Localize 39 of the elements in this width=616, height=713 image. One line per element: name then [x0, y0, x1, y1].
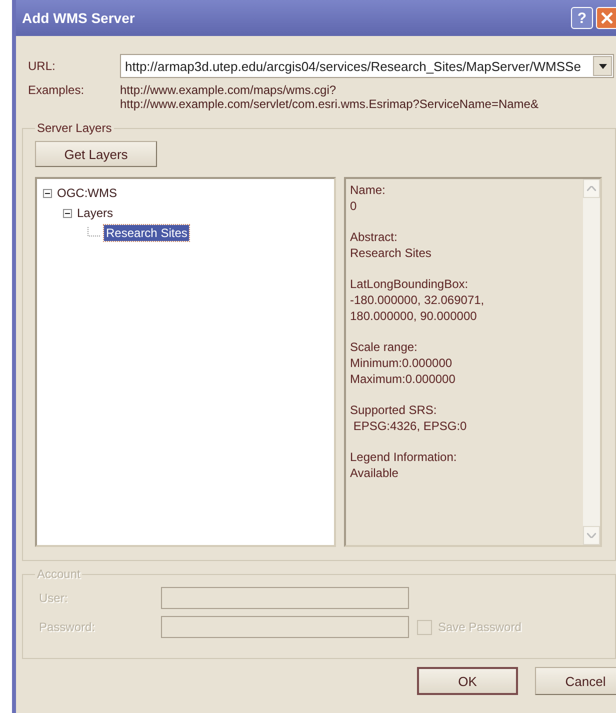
group-title: Server Layers: [36, 121, 113, 135]
chevron-up-icon: [587, 186, 596, 191]
detail-label: Abstract:: [350, 229, 398, 245]
tree-line-icon: [87, 227, 101, 239]
detail-label: LatLongBoundingBox:: [350, 276, 470, 292]
example-url: http://www.example.com/maps/wms.cgi?: [120, 83, 338, 97]
scrollbar[interactable]: [583, 179, 600, 545]
tree-item[interactable]: Research Sites: [104, 225, 190, 241]
detail-label: Legend Information:: [350, 449, 458, 465]
scroll-down-button[interactable]: [583, 526, 600, 545]
close-button[interactable]: [596, 7, 616, 29]
get-layers-button[interactable]: Get Layers: [35, 141, 157, 167]
tree-item[interactable]: OGC:WMS: [55, 185, 119, 201]
detail-value: 180.000000, 90.000000: [350, 308, 478, 324]
collapse-icon[interactable]: [43, 188, 52, 198]
cancel-button[interactable]: Cancel: [535, 667, 616, 695]
detail-value: EPSG:4326, EPSG:0: [352, 418, 468, 434]
detail-value: Research Sites: [350, 245, 432, 261]
ok-button[interactable]: OK: [417, 667, 518, 695]
detail-value: -180.000000, 32.069071,: [350, 292, 486, 308]
tree-item[interactable]: Layers: [75, 205, 116, 221]
chevron-down-icon: [587, 533, 596, 538]
url-combo-box[interactable]: http://armap3d.utep.edu/arcgis04/services/Research_Sites/MapServer/WMSSe: [120, 54, 614, 78]
dropdown-button[interactable]: [593, 56, 612, 76]
collapse-icon[interactable]: [63, 208, 72, 218]
detail-value: Minimum:0.000000: [350, 355, 454, 371]
close-icon: [600, 11, 614, 25]
detail-label: Scale range:: [350, 339, 418, 355]
detail-value: Available: [350, 465, 400, 481]
scroll-up-button[interactable]: [583, 179, 600, 198]
examples-label: Examples:: [27, 83, 86, 99]
detail-value: Maximum:0.000000: [350, 371, 456, 387]
caret-icon: [598, 64, 606, 68]
url-label: URL:: [27, 59, 56, 73]
detail-value: 0: [350, 198, 358, 214]
detail-label: Name:: [350, 182, 386, 198]
window-title: Add WMS Server: [22, 10, 136, 26]
detail-label: Supported SRS:: [350, 402, 438, 418]
example-url: http://www.example.com/servlet/com.esri.wms.Esrimap?ServiceName=Name&: [120, 97, 538, 111]
